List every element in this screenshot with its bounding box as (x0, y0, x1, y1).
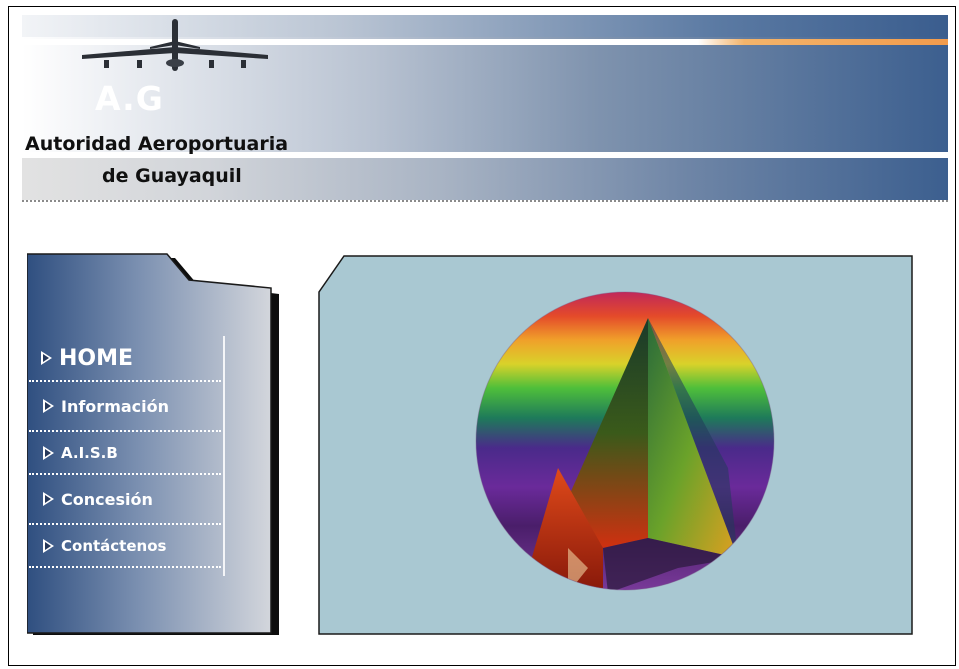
hero-panel (318, 248, 913, 636)
nav-item-aisb[interactable]: A.I.S.B (29, 432, 221, 475)
nav-item-contactenos[interactable]: Contáctenos (29, 525, 221, 568)
logo-initials: A.G (95, 79, 164, 118)
org-name-line1: Autoridad Aeroportuaria (25, 133, 289, 155)
nav-item-label: Información (61, 396, 170, 416)
nav-item-label: HOME (59, 345, 134, 371)
nav-menu: HOME Información A.I.S.B Concesión Contá… (29, 336, 221, 568)
org-name-line2: de Guayaquil (102, 165, 242, 187)
site-header: A.G Autoridad Aeroportuaria de Guayaquil (22, 15, 948, 200)
sidebar-divider (223, 336, 225, 576)
logo-text: A.G (95, 79, 164, 118)
hero-image (318, 255, 913, 635)
nav-item-label: A.I.S.B (61, 443, 118, 462)
triangle-right-icon (43, 399, 54, 413)
nav-item-concesion[interactable]: Concesión (29, 475, 221, 525)
nav-item-home[interactable]: HOME (29, 336, 221, 382)
triangle-right-icon (43, 538, 54, 553)
nav-item-label: Concesión (61, 489, 153, 509)
triangle-right-icon (43, 445, 54, 460)
sidebar-nav: HOME Información A.I.S.B Concesión Contá… (27, 250, 279, 635)
triangle-right-icon (41, 351, 52, 365)
airplane-icon (82, 19, 268, 71)
nav-item-informacion[interactable]: Información (29, 382, 221, 432)
header-divider (22, 200, 948, 202)
nav-item-label: Contáctenos (61, 536, 167, 555)
triangle-right-icon (43, 492, 54, 506)
